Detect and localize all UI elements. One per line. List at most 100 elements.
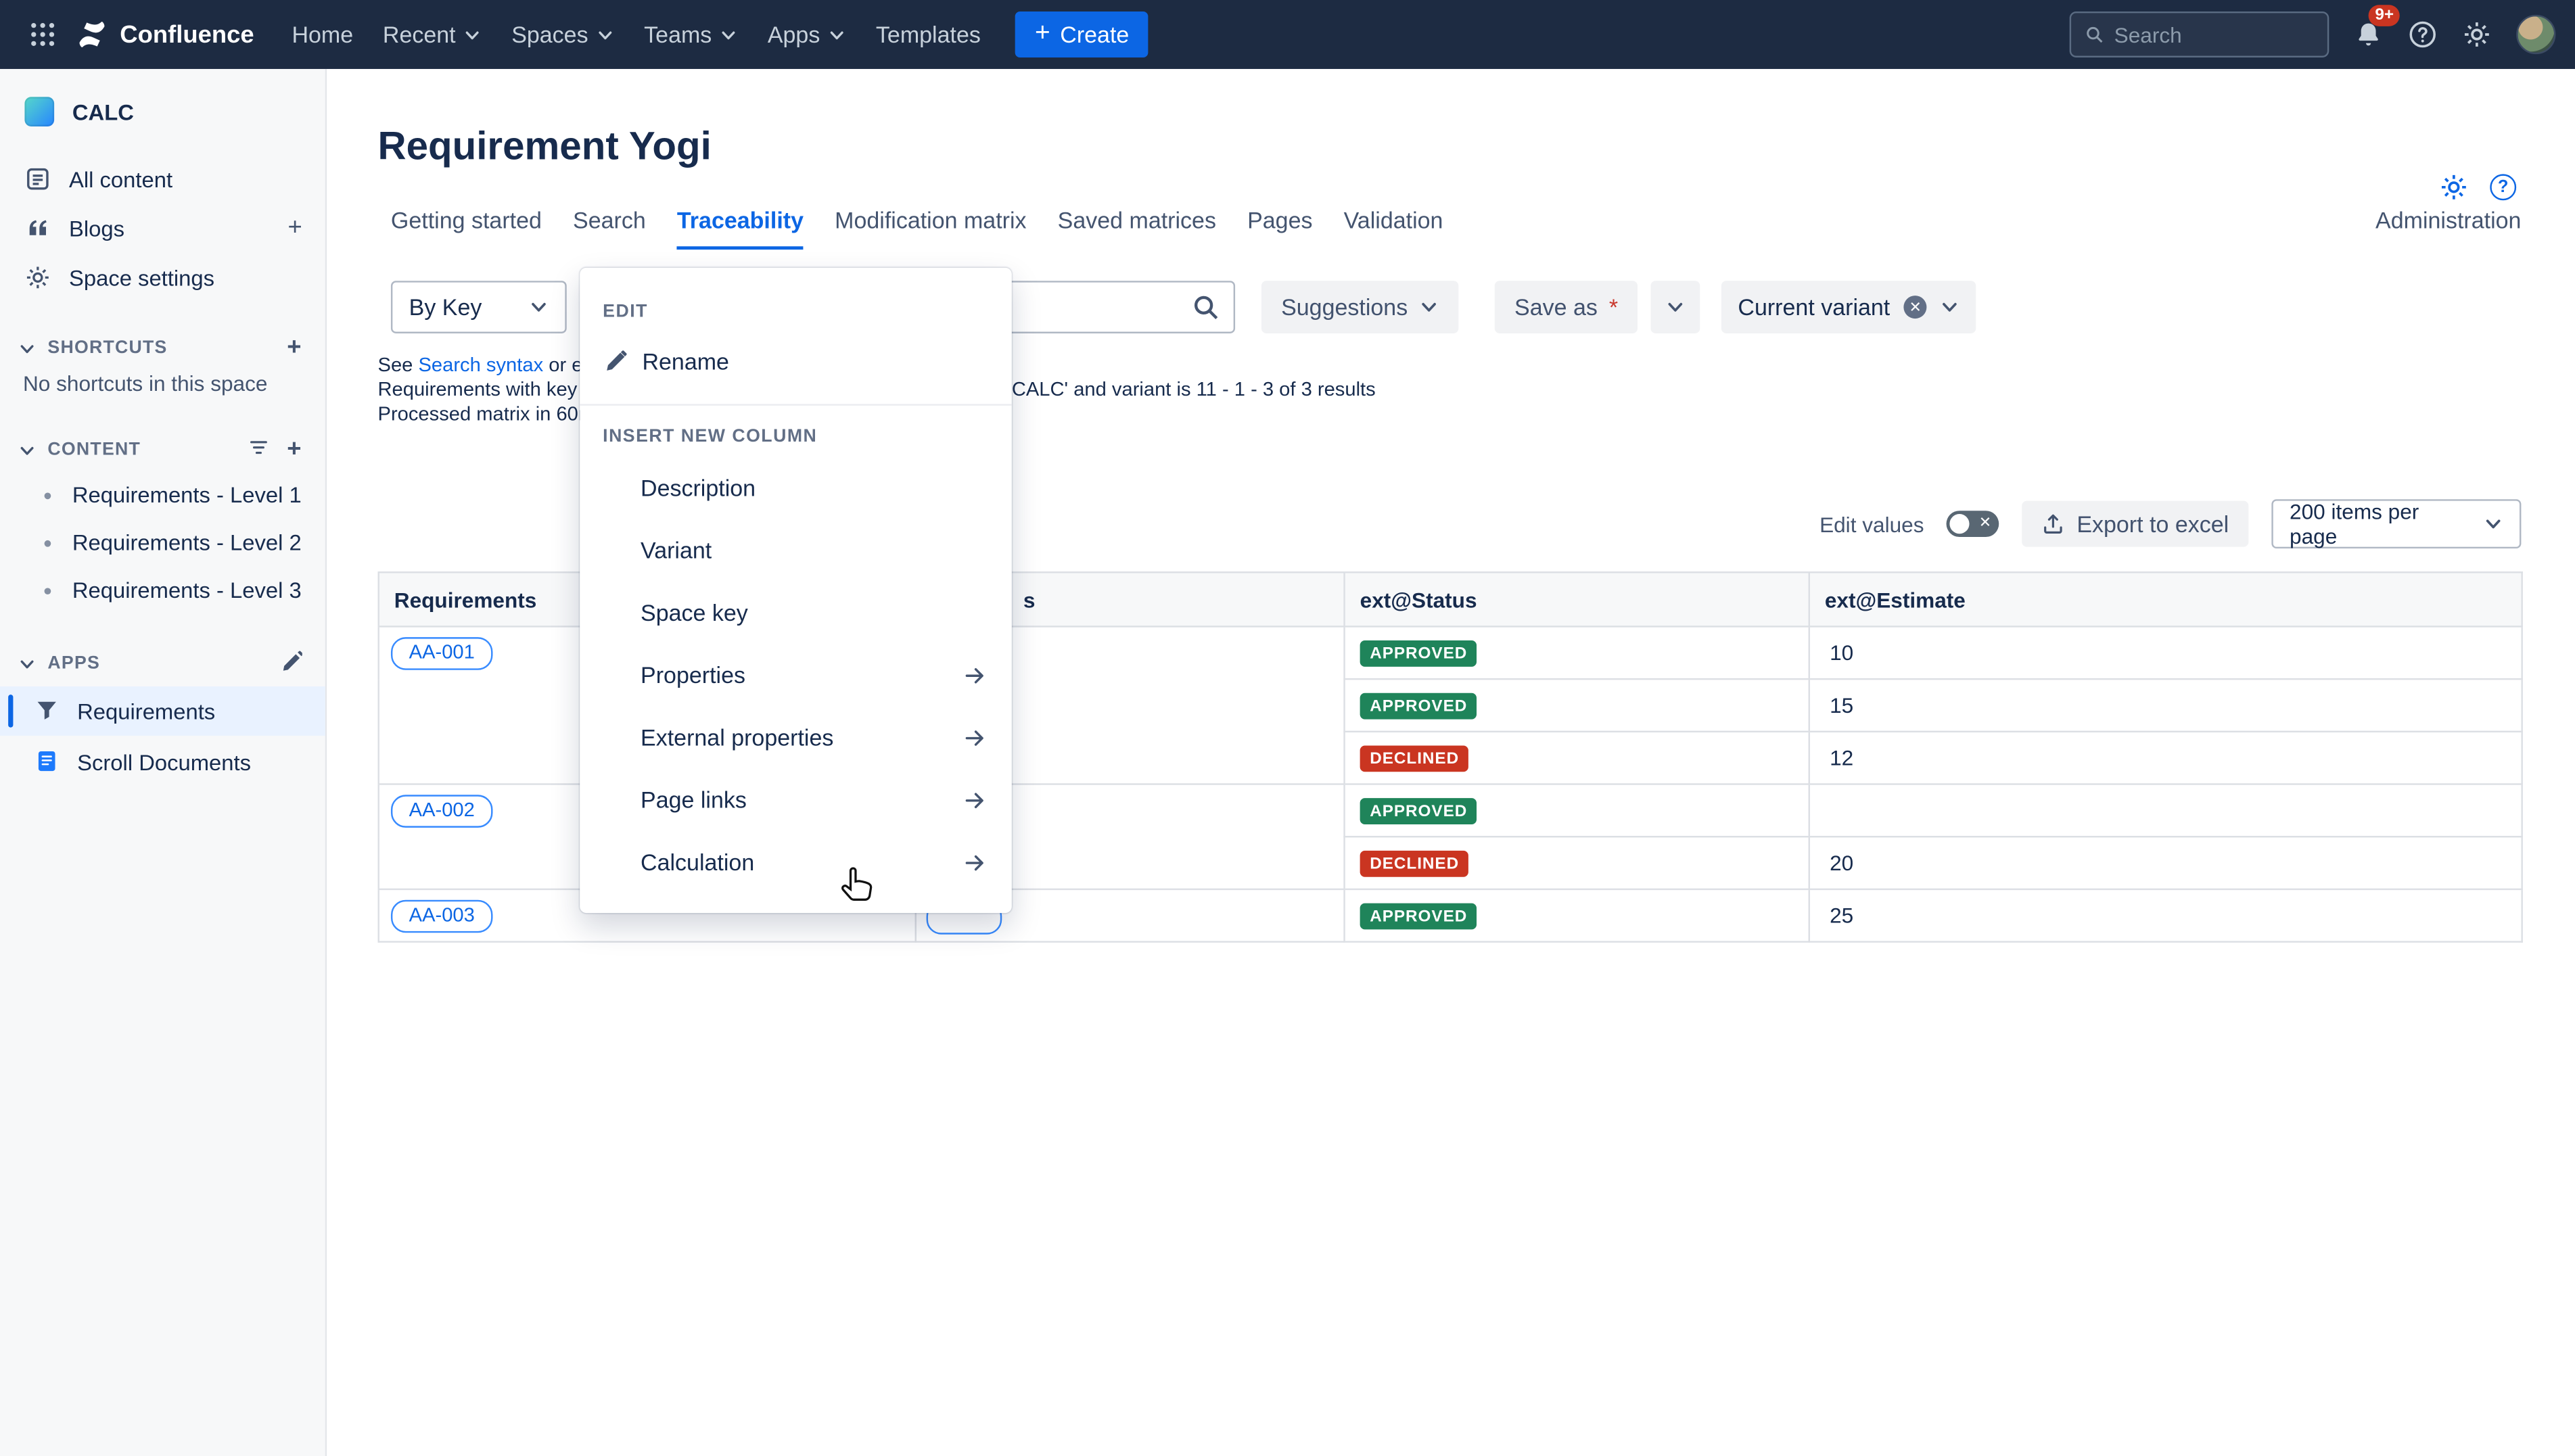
sidebar-item-blogs[interactable]: Blogs + [0,204,325,253]
top-navbar: Confluence Home RecentSpacesTeamsAppsTemp… [0,0,2575,69]
tabs-list: Getting started Search Traceability Modific… [391,207,1443,250]
save-as-menu-button[interactable] [1651,281,1700,333]
save-as-button[interactable]: Save as* [1495,281,1638,333]
sidebar-item-scroll-documents[interactable]: Scroll Documents [0,737,325,786]
sidebar-item-label: All content [69,166,172,191]
add-shortcut-icon[interactable]: + [287,340,302,356]
tab-modification-matrix[interactable]: Modification matrix [835,207,1026,250]
chevron-down-icon [1419,298,1439,317]
app-switcher-icon[interactable] [20,11,66,57]
sidebar-item-label: Space settings [69,265,214,289]
menu-item-page-links[interactable]: Page links [580,768,1012,830]
search-icon[interactable] [1191,292,1221,322]
tab-getting-started[interactable]: Getting started [391,207,542,250]
menu-item-label: Variant [641,537,712,563]
nav-item-label: Home [292,22,353,48]
global-search[interactable] [2070,11,2329,57]
sidebar-item-space-settings[interactable]: Space settings [0,253,325,302]
global-search-input[interactable] [2114,22,2315,47]
content-tree: Requirements - Level 1 Requirements - Lev… [0,471,325,614]
edit-values-label: Edit values [1819,511,1924,536]
bullet-icon [45,587,51,594]
menu-item-variant[interactable]: Variant [580,519,1012,581]
edit-values-toggle[interactable]: ✕ [1947,511,1999,537]
export-label: Export to excel [2077,511,2229,537]
menu-item-label: Properties [641,662,745,688]
help-icon[interactable] [2408,20,2438,49]
tab-traceability[interactable]: Traceability [677,207,804,250]
menu-item-calculation[interactable]: Calculation [580,831,1012,893]
variant-select-value: Current variant [1738,294,1890,321]
column-header-ext-estimate[interactable]: ext@Estimate [1809,572,2522,626]
tab-search[interactable]: Search [573,207,646,250]
requirement-chip[interactable]: AA-003 [391,900,493,933]
status-cell: APPROVED [1345,889,1809,942]
requirement-chip[interactable]: AA-002 [391,795,493,828]
content-section-header[interactable]: CONTENT + [0,427,325,471]
space-sidebar: CALC All content Blogs + [0,69,327,1456]
requirement-chip[interactable]: AA-001 [391,637,493,670]
add-content-icon[interactable]: + [287,442,302,458]
menu-item-external-properties[interactable]: External properties [580,706,1012,768]
chevron-down-icon [829,26,847,44]
content-item-label: Requirements - Level 2 [72,530,302,555]
scope-select[interactable]: By Key [391,281,567,333]
menu-item-rename[interactable]: Rename [580,332,1012,391]
chevron-down-icon [597,26,615,44]
content-tree-item[interactable]: Requirements - Level 2 [0,519,325,566]
tab-saved-matrices[interactable]: Saved matrices [1058,207,1216,250]
bullet-icon [45,492,51,498]
nav-item-apps[interactable]: Apps [753,11,861,57]
app-settings-gear-icon[interactable] [2439,172,2469,202]
add-blog-icon[interactable]: + [288,220,302,236]
clear-variant-icon[interactable]: ✕ [1904,296,1927,319]
nav-item-spaces[interactable]: Spaces [496,11,629,57]
nav-item-teams[interactable]: Teams [629,11,753,57]
page-size-select[interactable]: 200 items per page [2271,499,2521,548]
menu-item-label: Space key [641,599,748,626]
sidebar-item-requirements[interactable]: Requirements [0,686,325,736]
column-header-ext-status[interactable]: ext@Status [1345,572,1809,626]
notifications-bell-icon[interactable]: 9+ [2354,20,2384,49]
tab-validation[interactable]: Validation [1344,207,1443,250]
tab-bar: Getting started Search Traceability Modific… [378,207,2522,250]
nav-item-recent[interactable]: Recent [368,11,496,57]
suggestions-button[interactable]: Suggestions [1261,281,1459,333]
document-icon [34,749,61,775]
content-tree-item[interactable]: Requirements - Level 3 [0,567,325,614]
confluence-logo[interactable]: Confluence [76,18,254,51]
shortcuts-section-header[interactable]: SHORTCUTS + [0,329,325,367]
quote-icon [24,215,51,241]
export-to-excel-button[interactable]: Export to excel [2022,501,2248,547]
toggle-knob [1950,514,1970,534]
app-help-icon[interactable]: ? [2490,174,2516,200]
status-badge: APPROVED [1360,903,1477,930]
suggestions-label: Suggestions [1281,294,1408,321]
filter-icon[interactable] [248,437,269,463]
menu-item-description[interactable]: Description [580,456,1012,519]
search-syntax-link[interactable]: Search syntax [418,353,543,376]
create-button[interactable]: + Create [1015,11,1149,57]
search-icon [2085,23,2105,46]
chevron-down-icon [720,26,738,44]
user-avatar[interactable] [2516,15,2555,54]
space-header[interactable]: CALC [0,89,325,135]
variant-select[interactable]: Current variant ✕ [1721,281,1976,333]
all-content-icon [24,166,51,192]
submenu-arrow-icon [962,787,987,812]
page-title: Requirement Yogi [378,123,2522,172]
sidebar-item-all-content[interactable]: All content [0,154,325,204]
menu-item-space-key[interactable]: Space key [580,582,1012,644]
settings-gear-icon[interactable] [2462,20,2492,49]
apps-section-header[interactable]: APPS [0,640,325,685]
nav-item-templates[interactable]: Templates [861,11,996,57]
chevron-down-icon [1940,298,1959,317]
nav-item-home[interactable]: Home [277,11,368,57]
menu-item-properties[interactable]: Properties [580,644,1012,706]
tab-pages[interactable]: Pages [1247,207,1312,250]
edit-pencil-icon[interactable] [281,651,302,677]
tab-administration[interactable]: Administration [2375,207,2521,250]
content-tree-item[interactable]: Requirements - Level 1 [0,471,325,519]
export-icon [2042,513,2065,536]
estimate-cell: 12 [1809,732,2522,784]
